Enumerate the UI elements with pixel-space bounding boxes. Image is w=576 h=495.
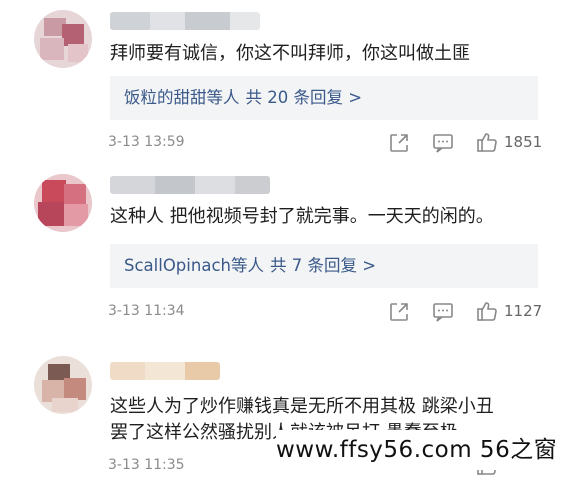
reply-users[interactable]: ScallOpinach bbox=[124, 256, 231, 275]
comment-text: 拜师要有诚信，你这不叫拜师，你这叫做土匪 bbox=[110, 43, 470, 64]
share-icon[interactable] bbox=[388, 301, 410, 323]
like-icon[interactable] bbox=[476, 131, 498, 153]
comment-text: 这种人 把他视频号封了就完事。一天天的闲的。 bbox=[110, 206, 494, 227]
comment-time: 11:34 bbox=[144, 303, 185, 319]
comment-date: 3-13 bbox=[108, 457, 140, 473]
comment-timestamp: 3-13 13:59 bbox=[108, 134, 185, 150]
reply-count[interactable]: 共 7 条回复 > bbox=[270, 256, 376, 275]
reply-summary[interactable]: ScallOpinach等人共 7 条回复 > bbox=[110, 244, 538, 288]
username[interactable] bbox=[110, 176, 270, 194]
comment-time: 11:35 bbox=[144, 457, 185, 473]
comment-icon[interactable] bbox=[432, 301, 454, 323]
comment-icon[interactable] bbox=[432, 132, 454, 154]
comment-time: 13:59 bbox=[144, 134, 185, 150]
avatar[interactable] bbox=[34, 356, 92, 414]
username[interactable] bbox=[110, 12, 260, 30]
avatar[interactable] bbox=[34, 174, 92, 232]
like-icon[interactable] bbox=[476, 300, 498, 322]
comment-timestamp: 3-13 11:34 bbox=[108, 303, 185, 319]
reply-count[interactable]: 共 20 条回复 > bbox=[246, 88, 363, 107]
reply-summary[interactable]: 饭粒的甜甜等人共 20 条回复 > bbox=[110, 76, 538, 120]
comment-timestamp: 3-13 11:35 bbox=[108, 457, 185, 473]
like-count: 1127 bbox=[504, 302, 543, 320]
reply-users[interactable]: 饭粒的甜甜 bbox=[124, 88, 207, 107]
comment-date: 3-13 bbox=[108, 303, 140, 319]
reply-etc: 等人 bbox=[230, 256, 264, 275]
comment-text-line-1: 这些人为了炒作赚钱真是无所不用其极 跳梁小丑 bbox=[110, 396, 494, 417]
comment-date: 3-13 bbox=[108, 134, 140, 150]
share-icon[interactable] bbox=[388, 132, 410, 154]
site-watermark: www.ffsy56.com 56之窗 bbox=[276, 430, 572, 470]
like-count: 1851 bbox=[504, 133, 543, 151]
username[interactable] bbox=[110, 362, 220, 380]
reply-etc: 等人 bbox=[206, 88, 240, 107]
avatar[interactable] bbox=[34, 10, 92, 68]
